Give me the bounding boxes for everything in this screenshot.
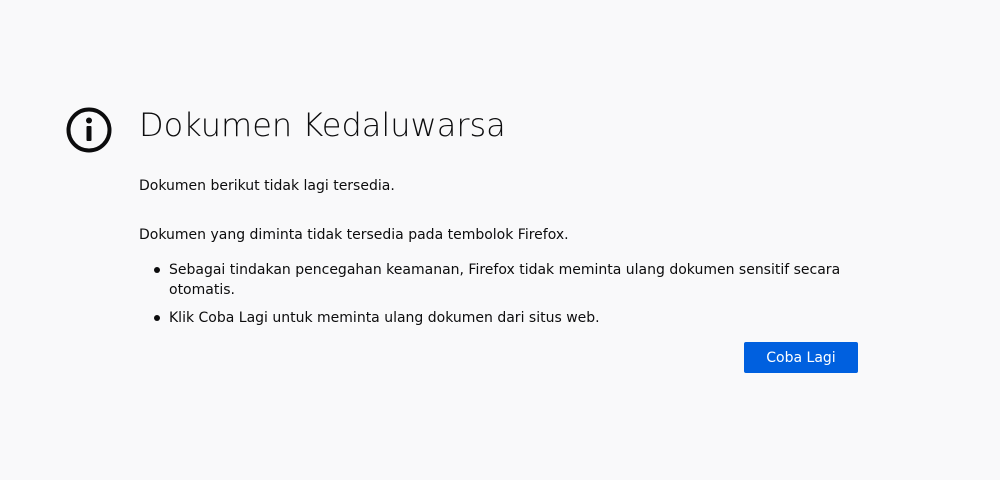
long-description-intro: Dokumen yang diminta tidak tersedia pada… xyxy=(139,227,569,243)
description-list: Sebagai tindakan pencegahan keamanan, Fi… xyxy=(139,260,859,328)
list-item-text: Sebagai tindakan pencegahan keamanan, Fi… xyxy=(169,262,841,298)
short-description: Dokumen berikut tidak lagi tersedia. xyxy=(139,178,395,194)
try-again-button[interactable]: Coba Lagi xyxy=(744,342,858,373)
bullet-icon xyxy=(154,267,160,273)
info-icon xyxy=(66,107,112,153)
list-item: Sebagai tindakan pencegahan keamanan, Fi… xyxy=(139,260,859,300)
error-page: Dokumen Kedaluwarsa Dokumen berikut tida… xyxy=(0,0,1000,480)
list-item: Klik Coba Lagi untuk meminta ulang dokum… xyxy=(139,308,859,328)
button-container: Coba Lagi xyxy=(744,342,858,373)
page-title: Dokumen Kedaluwarsa xyxy=(139,106,506,144)
error-content: Dokumen Kedaluwarsa Dokumen berikut tida… xyxy=(139,103,859,336)
bullet-icon xyxy=(154,315,160,321)
list-item-text: Klik Coba Lagi untuk meminta ulang dokum… xyxy=(169,310,600,326)
